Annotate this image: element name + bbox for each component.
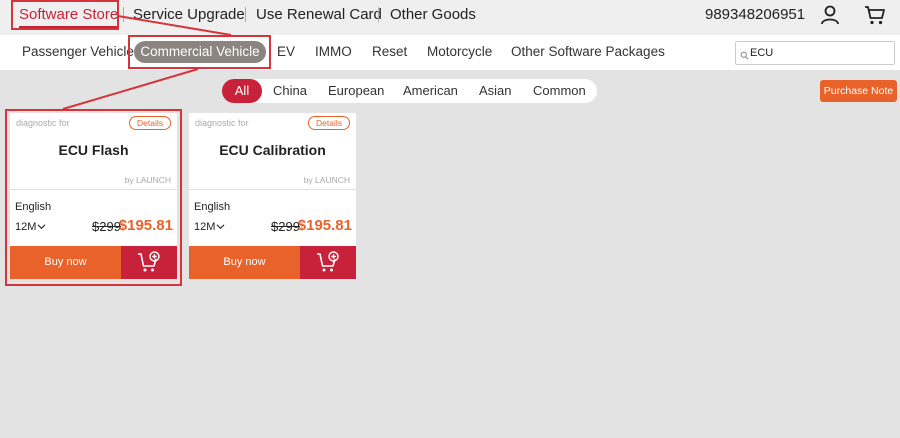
subscription-term-value: 12M	[15, 221, 37, 233]
subscription-term-select[interactable]: 12M	[194, 221, 225, 233]
category-immo[interactable]: IMMO	[315, 35, 352, 70]
card-divider	[189, 189, 356, 190]
details-button[interactable]: Details	[129, 116, 171, 130]
search-box	[735, 41, 895, 65]
add-to-cart-icon	[317, 251, 339, 272]
add-to-cart-button[interactable]	[121, 246, 177, 279]
buy-now-button[interactable]: Buy now	[189, 246, 300, 279]
add-to-cart-button[interactable]	[300, 246, 356, 279]
filter-asian[interactable]: Asian	[479, 79, 512, 103]
nav-separator	[378, 7, 379, 22]
filter-china[interactable]: China	[273, 79, 307, 103]
diagnostic-for-label: diagnostic for	[16, 118, 70, 128]
card-divider	[10, 189, 177, 190]
cart-icon[interactable]	[864, 4, 886, 26]
filter-common[interactable]: Common	[533, 79, 586, 103]
category-commercial-vehicle[interactable]: Commercial Vehicle	[134, 41, 266, 63]
filter-european[interactable]: European	[328, 79, 384, 103]
top-nav-other-goods[interactable]: Other Goods	[390, 0, 476, 30]
sale-price: $195.81	[118, 217, 173, 234]
filter-american[interactable]: American	[403, 79, 458, 103]
product-title: ECU Calibration	[219, 142, 326, 158]
add-to-cart-icon	[138, 251, 160, 272]
sale-price: $195.81	[297, 217, 352, 234]
nav-separator	[245, 7, 246, 22]
filter-all[interactable]: All	[222, 79, 262, 103]
product-card[interactable]: diagnostic for Details ECU Flash by LAUN…	[10, 113, 177, 279]
category-ev[interactable]: EV	[277, 35, 295, 70]
purchase-note-button[interactable]: Purchase Note	[820, 80, 897, 102]
subscription-term-value: 12M	[194, 221, 216, 233]
category-motorcycle[interactable]: Motorcycle	[427, 35, 492, 70]
subscription-term-select[interactable]: 12M	[15, 221, 46, 233]
top-nav: Software Store Service Upgrade Use Renew…	[0, 0, 900, 35]
diagnostic-for-label: diagnostic for	[195, 118, 249, 128]
search-input[interactable]	[750, 44, 890, 62]
top-nav-use-renewal-card[interactable]: Use Renewal Card	[256, 0, 382, 30]
account-phone: 989348206951	[705, 6, 806, 23]
product-card[interactable]: diagnostic for Details ECU Calibration b…	[189, 113, 356, 279]
chevron-down-icon	[216, 222, 225, 231]
chevron-down-icon	[37, 222, 46, 231]
product-title: ECU Flash	[58, 142, 129, 158]
product-vendor: by LAUNCH	[303, 175, 350, 185]
region-filter: All China European American Asian Common	[222, 79, 597, 103]
user-icon[interactable]	[819, 4, 841, 26]
details-button[interactable]: Details	[308, 116, 350, 130]
original-price: $299	[92, 219, 121, 234]
product-language: English	[194, 201, 231, 213]
original-price: $299	[271, 219, 300, 234]
nav-separator	[123, 7, 124, 22]
category-other-software-packages[interactable]: Other Software Packages	[511, 35, 665, 70]
top-nav-service-upgrade[interactable]: Service Upgrade	[133, 0, 245, 30]
buy-now-button[interactable]: Buy now	[10, 246, 121, 279]
top-nav-software-store[interactable]: Software Store	[19, 0, 119, 30]
product-vendor: by LAUNCH	[124, 175, 171, 185]
category-reset[interactable]: Reset	[372, 35, 407, 70]
category-nav: Passenger Vehicle Commercial Vehicle EV …	[0, 35, 900, 70]
category-passenger-vehicle[interactable]: Passenger Vehicle	[22, 35, 134, 70]
product-language: English	[15, 201, 52, 213]
